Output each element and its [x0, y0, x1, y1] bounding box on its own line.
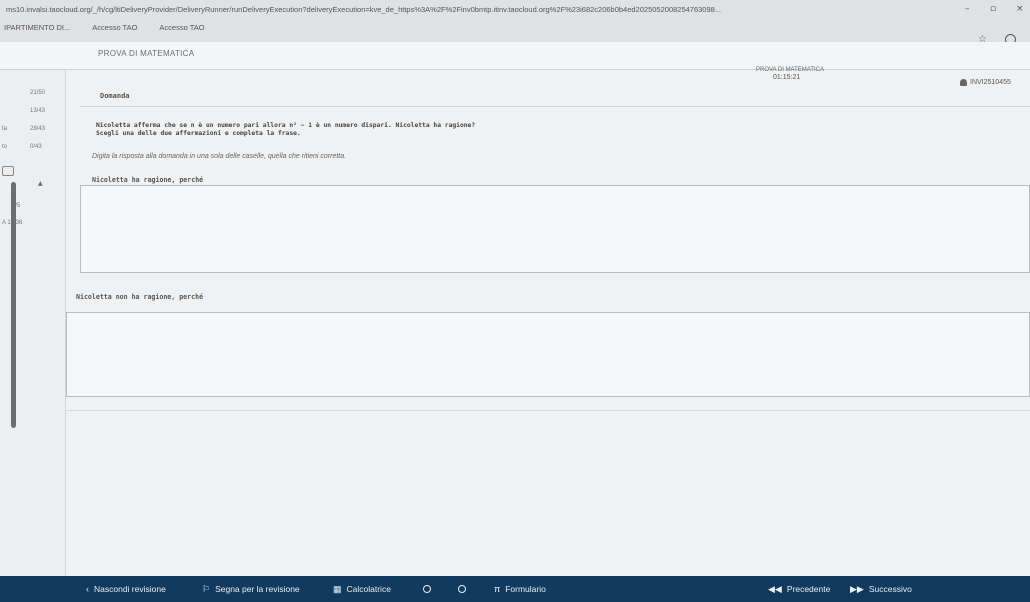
mark-review-label: Segna per la revisione [215, 584, 300, 594]
bottom-toolbar: ‹ Nascondi revisione ⚐ Segna per la revi… [0, 576, 1030, 602]
tool-button[interactable] [423, 576, 431, 602]
circle-tool-icon [423, 585, 431, 593]
timer: 01:15:21 [773, 74, 801, 81]
option-2-label: Nicoletta non ha ragione, perché [76, 293, 204, 301]
answer-instruction: Digita la risposta alla domanda in una s… [92, 153, 347, 160]
formulary-label: Formulario [505, 584, 546, 594]
question-heading: Domanda [100, 92, 130, 100]
test-header: PROVA DI MATEMATICA [0, 42, 1030, 70]
test-title: PROVA DI MATEMATICA [98, 49, 195, 58]
next-label: Successivo [868, 584, 912, 594]
url-text[interactable]: ms10.invalsi.taocloud.org/_/h/cg/ltiDeli… [6, 5, 826, 14]
question-stem: Nicoletta afferma che se n è un numero p… [96, 122, 476, 129]
timer-label: PROVA DI MATEMATICA [756, 67, 825, 73]
previous-button[interactable]: ◀◀ Precedente [768, 576, 830, 602]
user-badge: INVI2510455 [960, 79, 1011, 86]
sidebar-row-progress: 0/43 [30, 144, 42, 150]
hide-review-label: Nascondi revisione [94, 584, 166, 594]
circle-tool-icon [458, 585, 466, 593]
bookmark-accesso-tao-1[interactable]: Accesso TAO [92, 23, 137, 32]
triangle-up-icon[interactable]: ▲ [38, 180, 43, 187]
sidebar-row-label: to [2, 144, 8, 150]
mark-review-button[interactable]: ⚐ Segna per la revisione [202, 576, 300, 602]
answer-field-ha-ragione[interactable] [80, 185, 1030, 273]
formulary-button[interactable]: π Formulario [494, 576, 546, 602]
browser-chrome: ms10.invalsi.taocloud.org/_/h/cg/ltiDeli… [0, 0, 1030, 48]
close-icon[interactable]: × [1016, 4, 1024, 14]
collapse-sidebar-icon[interactable] [2, 166, 14, 176]
answer-field-non-ha-ragione[interactable] [66, 312, 1030, 397]
tool-button[interactable] [458, 576, 466, 602]
maximize-icon[interactable]: ▫ [990, 4, 996, 14]
calculator-button[interactable]: ▦ Calcolatrice [333, 576, 391, 602]
fast-forward-icon: ▶▶ [850, 583, 864, 594]
minimize-icon[interactable]: – [965, 4, 970, 14]
next-button[interactable]: ▶▶ Successivo [850, 576, 912, 602]
sidebar-section-row[interactable]: 13/43 [0, 108, 64, 122]
sidebar-row-label: ta [2, 126, 8, 132]
rewind-icon: ◀◀ [768, 583, 782, 594]
sidebar-section-row[interactable]: to 0/43 [0, 144, 64, 158]
hide-review-button[interactable]: ‹ Nascondi revisione [86, 576, 166, 602]
calculator-label: Calcolatrice [346, 584, 391, 594]
user-id: INVI2510455 [970, 79, 1011, 86]
pi-icon: π [494, 584, 501, 594]
address-bar[interactable]: ms10.invalsi.taocloud.org/_/h/cg/ltiDeli… [0, 0, 1030, 18]
calculator-icon: ▦ [333, 583, 342, 594]
divider [66, 410, 1030, 411]
bookmarks-bar: IPARTIMENTO DI... Accesso TAO Accesso TA… [0, 19, 1030, 35]
sidebar-row-progress: 13/43 [30, 108, 46, 114]
bookmark-dipartimento[interactable]: IPARTIMENTO DI... [4, 23, 70, 32]
sidebar-scrollbar[interactable] [11, 182, 16, 428]
bookmark-accesso-tao-2[interactable]: Accesso TAO [159, 23, 204, 32]
chevron-left-icon: ‹ [86, 584, 89, 594]
sidebar-section-row[interactable]: ta 28/43 [0, 126, 64, 140]
flag-icon: ⚐ [202, 583, 211, 594]
sidebar-row-progress: 28/43 [30, 126, 46, 132]
navigation-sidebar: 21/50 13/43 ta 28/43 to 0/43 ▲ 5/5 A 16/… [0, 70, 66, 576]
divider [80, 106, 1030, 107]
sidebar-row-progress: 21/50 [30, 90, 46, 96]
previous-label: Precedente [786, 584, 831, 594]
user-icon [960, 79, 967, 86]
question-instruction-choice: Scegli una delle due affermazioni e comp… [96, 130, 301, 137]
sidebar-section-row[interactable]: 21/50 [0, 90, 64, 104]
option-1-label: Nicoletta ha ragione, perché [92, 176, 204, 184]
